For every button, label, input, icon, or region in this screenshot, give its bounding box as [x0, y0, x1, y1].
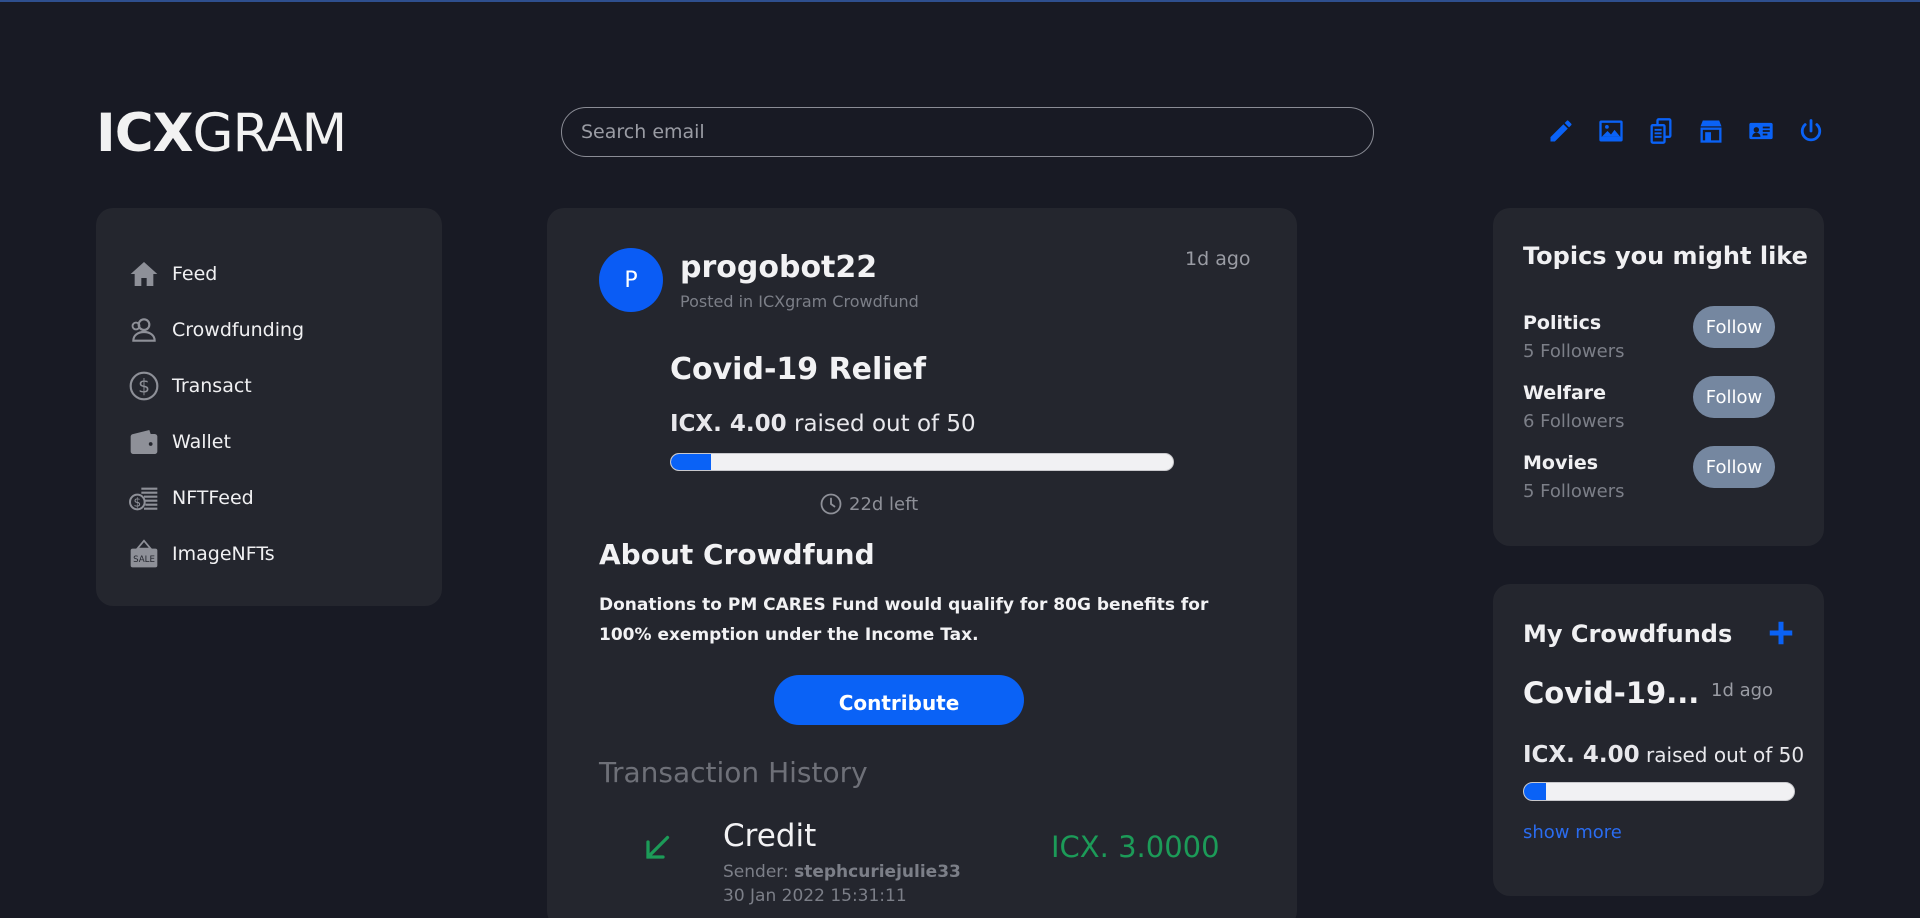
svg-text:SALE: SALE — [133, 555, 155, 565]
crowdfund-post-card: P progobot22 Posted in ICXgram Crowdfund… — [547, 208, 1297, 918]
raised-suffix: raised out of 50 — [1639, 743, 1805, 767]
sender-label: Sender: — [723, 862, 795, 882]
topic-name: Welfare — [1523, 382, 1607, 404]
id-card-icon[interactable] — [1746, 116, 1776, 146]
sidebar-item-label: NFTFeed — [172, 487, 254, 509]
sidebar-nav: Feed Crowdfunding $ Transact Wallet $ NF… — [96, 208, 442, 606]
follow-button[interactable]: Follow — [1693, 446, 1775, 488]
topic-item: Politics 5 Followers Follow — [1523, 306, 1824, 382]
raised-amount: ICX. 4.00 — [670, 411, 787, 437]
sidebar-item-feed[interactable]: Feed — [128, 246, 442, 302]
top-accent-line — [0, 0, 1920, 2]
post-timestamp: 1d ago — [1185, 248, 1251, 270]
sidebar-item-label: Feed — [172, 263, 218, 285]
transaction-date: 30 Jan 2022 15:31:11 — [723, 886, 907, 906]
raised-suffix: raised out of 50 — [786, 411, 976, 437]
search-input[interactable] — [561, 107, 1374, 157]
svg-text:$: $ — [138, 377, 150, 398]
about-text: Donations to PM CARES Fund would qualify… — [599, 595, 1209, 645]
topic-item: Movies 5 Followers Follow — [1523, 446, 1824, 522]
coins-stack-icon: $ — [128, 482, 160, 514]
follow-button[interactable]: Follow — [1693, 376, 1775, 418]
logo-light-text: GRAM — [192, 103, 347, 164]
power-icon[interactable] — [1796, 116, 1826, 146]
contribute-button[interactable]: Contribute — [774, 675, 1024, 725]
arrow-down-left-icon — [646, 835, 670, 859]
topic-followers: 5 Followers — [1523, 481, 1625, 502]
sidebar-item-wallet[interactable]: Wallet — [128, 414, 442, 470]
my-crowdfund-name[interactable]: Covid-19... — [1523, 676, 1699, 710]
clock-icon — [820, 493, 842, 515]
home-icon — [128, 258, 160, 290]
dollar-circle-icon: $ — [128, 370, 160, 402]
my-crowdfund-progress-bar — [1523, 782, 1795, 801]
progress-fill — [671, 454, 712, 470]
about-title: About Crowdfund — [599, 538, 875, 571]
post-context: Posted in ICXgram Crowdfund — [680, 292, 919, 311]
my-crowdfunds-title: My Crowdfunds — [1523, 620, 1733, 648]
transaction-type: Credit — [723, 818, 817, 854]
topics-title: Topics you might like — [1523, 242, 1808, 270]
topic-name: Politics — [1523, 312, 1602, 334]
top-toolbar — [1546, 116, 1846, 146]
transaction-sender: Sender: stephcuriejulie33 — [723, 862, 961, 882]
sidebar-item-crowdfunding[interactable]: Crowdfunding — [128, 302, 442, 358]
app-logo[interactable]: ICXGRAM — [96, 103, 347, 164]
avatar[interactable]: P — [599, 248, 663, 312]
svg-text:$: $ — [134, 496, 142, 510]
topic-item: Welfare 6 Followers Follow — [1523, 376, 1824, 452]
sidebar-item-label: Crowdfunding — [172, 319, 305, 341]
time-left-text: 22d left — [849, 493, 919, 515]
sidebar-item-transact[interactable]: $ Transact — [128, 358, 442, 414]
post-username[interactable]: progobot22 — [680, 250, 877, 285]
transaction-amount: ICX. 3.0000 — [1051, 830, 1220, 864]
my-crowdfunds-panel: My Crowdfunds Covid-19... 1d ago ICX. 4.… — [1493, 584, 1824, 896]
sender-name: stephcuriejulie33 — [794, 862, 961, 882]
documents-icon[interactable] — [1646, 116, 1676, 146]
crowdfund-progress-bar — [670, 453, 1174, 471]
shop-icon[interactable] — [1696, 116, 1726, 146]
topic-name: Movies — [1523, 452, 1599, 474]
raised-amount: ICX. 4.00 — [1523, 742, 1640, 768]
crowdfund-title: Covid-19 Relief — [670, 352, 926, 387]
sale-sign-icon: SALE — [128, 538, 160, 570]
topics-panel: Topics you might like Politics 5 Followe… — [1493, 208, 1824, 546]
pencil-icon[interactable] — [1546, 116, 1576, 146]
sidebar-item-label: Transact — [172, 375, 252, 397]
progress-fill — [1524, 783, 1546, 800]
follow-button[interactable]: Follow — [1693, 306, 1775, 348]
people-icon — [128, 314, 160, 346]
time-left: 22d left — [819, 492, 918, 516]
sidebar-item-label: ImageNFTs — [172, 543, 275, 565]
wallet-icon — [128, 426, 160, 458]
topic-followers: 6 Followers — [1523, 411, 1625, 432]
topic-followers: 5 Followers — [1523, 341, 1625, 362]
plus-icon[interactable] — [1766, 618, 1796, 648]
logo-bold-text: ICX — [96, 103, 193, 164]
my-crowdfund-raised: ICX. 4.00 raised out of 50 — [1523, 742, 1804, 768]
raised-summary: ICX. 4.00 raised out of 50 — [670, 411, 976, 437]
sidebar-item-imagenfts[interactable]: SALE ImageNFTs — [128, 526, 442, 582]
show-more-link[interactable]: show more — [1523, 822, 1622, 843]
my-crowdfund-time: 1d ago — [1711, 680, 1774, 701]
image-icon[interactable] — [1596, 116, 1626, 146]
sidebar-item-label: Wallet — [172, 431, 231, 453]
sidebar-item-nftfeed[interactable]: $ NFTFeed — [128, 470, 442, 526]
transaction-history-title: Transaction History — [599, 756, 868, 789]
